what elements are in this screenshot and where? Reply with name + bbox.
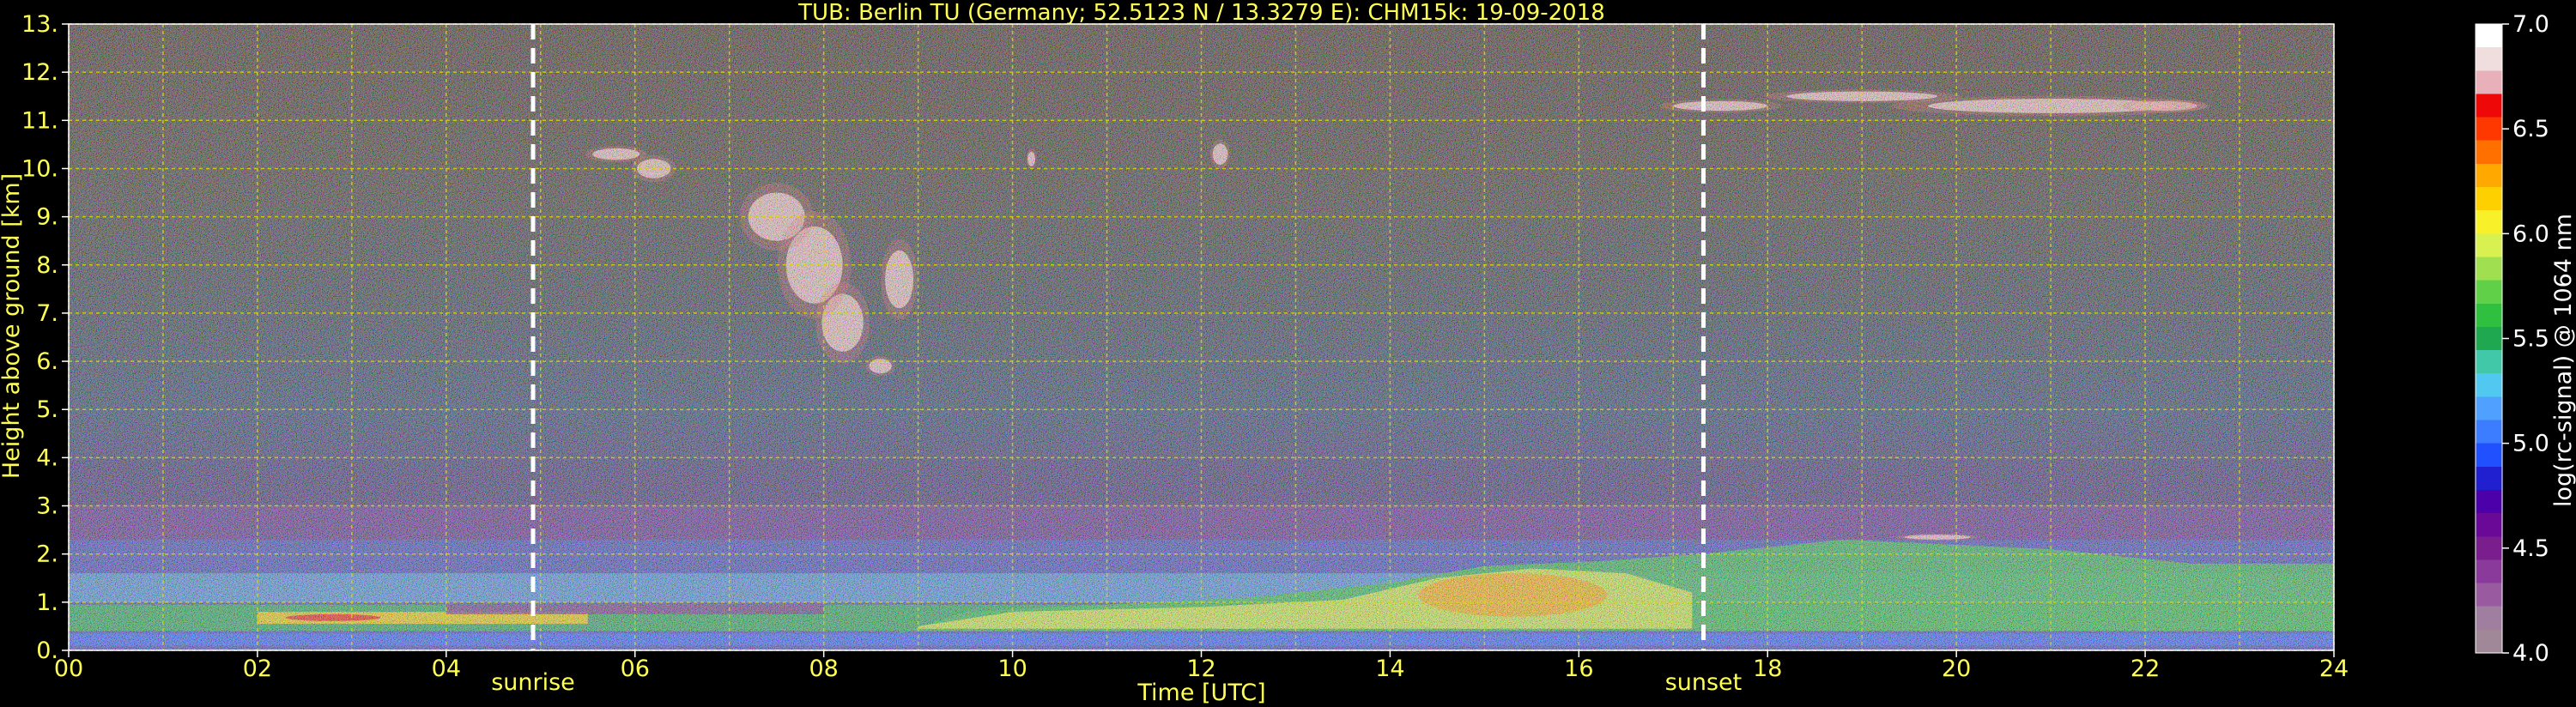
y-tick-label: 2. xyxy=(36,541,58,568)
y-axis-label: Height above ground [km] xyxy=(0,173,25,479)
x-tick-label: 14 xyxy=(1375,656,1404,682)
y-tick-label: 11. xyxy=(21,107,58,134)
sun-marker-label: sunrise xyxy=(491,669,575,696)
colorbar-tick-label: 4.5 xyxy=(2512,535,2549,562)
y-tick-label: 9. xyxy=(36,204,58,231)
y-axis-ticks: 0. 1. 2. 3. 4. 5. 6. 7. 8. 9. 10. 11. 12. 13. xyxy=(21,11,69,664)
y-tick-label: 13. xyxy=(21,11,58,38)
y-tick-label: 10. xyxy=(21,155,58,182)
x-axis-label: Time [UTC] xyxy=(1136,680,1265,706)
y-tick-label: 8. xyxy=(36,252,58,279)
x-tick-label: 18 xyxy=(1753,656,1782,682)
colorbar-tick-label: 6.0 xyxy=(2512,221,2549,247)
x-tick-label: 22 xyxy=(2131,656,2160,682)
x-tick-label: 20 xyxy=(1942,656,1971,682)
y-tick-label: 3. xyxy=(36,493,58,520)
y-tick-label: 1. xyxy=(36,589,58,616)
plot-area xyxy=(69,24,2334,650)
sun-marker-label: sunset xyxy=(1665,669,1743,696)
y-tick-label: 4. xyxy=(36,444,58,471)
y-tick-label: 7. xyxy=(36,300,58,327)
chart-title: TUB: Berlin TU (Germany; 52.5123 N / 13.… xyxy=(797,0,1605,26)
ceilometer-figure: TUB: Berlin TU (Germany; 52.5123 N / 13.… xyxy=(0,0,2576,706)
colorbar: 4.0 4.5 5.0 5.5 6.0 6.5 7.0 log(rc-signal) @ 1… xyxy=(2475,11,2576,667)
noise-texture xyxy=(69,24,2334,650)
colorbar-scale xyxy=(2475,23,2503,654)
y-tick-label: 12. xyxy=(21,59,58,86)
colorbar-tick-label: 6.5 xyxy=(2512,116,2549,142)
colorbar-tick-label: 5.5 xyxy=(2512,326,2549,353)
y-tick-label: 6. xyxy=(36,348,58,375)
y-tick-label: 0. xyxy=(36,638,58,664)
x-tick-label: 12 xyxy=(1186,656,1215,682)
colorbar-tick-label: 7.0 xyxy=(2512,11,2549,38)
x-tick-label: 16 xyxy=(1564,656,1593,682)
x-tick-label: 10 xyxy=(997,656,1027,682)
x-tick-label: 04 xyxy=(432,656,461,682)
colorbar-label: log(rc-signal) @ 1064 nm xyxy=(2550,214,2576,507)
x-tick-label: 08 xyxy=(809,656,838,682)
x-tick-label: 02 xyxy=(243,656,272,682)
colorbar-tick-label: 4.0 xyxy=(2512,640,2549,667)
x-tick-label: 06 xyxy=(621,656,650,682)
y-tick-label: 5. xyxy=(36,396,58,423)
x-tick-label: 24 xyxy=(2319,656,2349,682)
colorbar-ticks: 4.0 4.5 5.0 5.5 6.0 6.5 7.0 xyxy=(2502,11,2549,667)
colorbar-tick-label: 5.0 xyxy=(2512,431,2549,457)
x-axis-ticks: 00 02 04 06 08 10 12 14 16 18 20 22 24 xyxy=(54,650,2349,682)
